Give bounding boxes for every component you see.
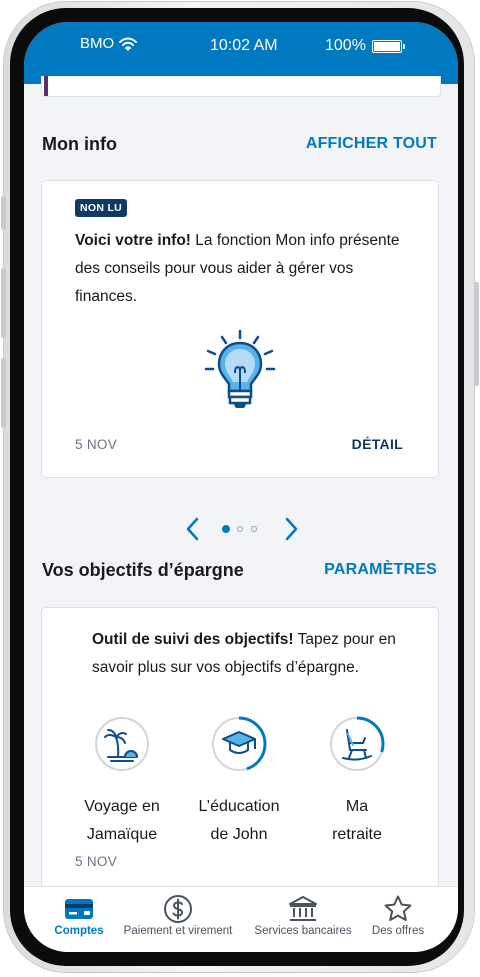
lightbulb-icon xyxy=(204,329,276,408)
goals-date: 5 NOV xyxy=(75,854,118,869)
info-message-bold: Voici votre info! xyxy=(75,232,191,249)
goal-label: Voyage en Jamaïque xyxy=(63,793,181,849)
objectifs-card[interactable]: Outil de suivi des objectifs! Tapez pour… xyxy=(41,607,439,899)
info-date: 5 NOV xyxy=(75,437,118,452)
phone-volume-up xyxy=(1,268,6,338)
chevron-right-icon[interactable] xyxy=(280,517,302,541)
mon-info-title: Mon info xyxy=(42,134,117,154)
afficher-tout-link[interactable]: AFFICHER TOUT xyxy=(306,135,437,153)
nav-services-bancaires[interactable]: Services bancaires xyxy=(250,893,356,937)
goal-ma-retraite[interactable]: Ma retraite xyxy=(298,716,416,849)
phone-power-button xyxy=(474,282,479,386)
bottom-nav: Comptes Paiement et virement Services ba… xyxy=(24,886,458,952)
battery-status: 100% xyxy=(325,37,405,55)
goal-progress-ring xyxy=(95,717,149,771)
goals-intro-bold: Outil de suivi des objectifs! xyxy=(92,631,294,648)
goal-progress-ring xyxy=(211,716,267,772)
carrier: BMO xyxy=(80,35,138,52)
nav-des-offres[interactable]: Des offres xyxy=(366,893,430,937)
carousel-dot-2[interactable] xyxy=(237,526,243,532)
wifi-icon xyxy=(119,37,138,51)
nav-comptes[interactable]: Comptes xyxy=(48,893,110,937)
detail-link[interactable]: DÉTAIL xyxy=(352,436,403,452)
phone-volume-down xyxy=(1,358,6,428)
goal-label-line1: L’éducation xyxy=(198,798,280,815)
goal-education-john[interactable]: L’éducation de John xyxy=(180,716,298,849)
battery-percent: 100% xyxy=(325,37,366,54)
battery-icon xyxy=(371,39,405,53)
star-icon xyxy=(384,895,412,921)
goal-label-line1: Ma xyxy=(345,798,369,815)
nav-paiement-virement[interactable]: Paiement et virement xyxy=(118,893,238,937)
previous-card[interactable] xyxy=(41,76,441,97)
objectifs-title: Vos objectifs d’épargne xyxy=(42,560,244,580)
card-icon xyxy=(65,899,93,919)
clock: 10:02 AM xyxy=(210,37,278,54)
mon-info-card[interactable]: NON LU Voici votre info! La fonction Mon… xyxy=(41,180,439,478)
phone-side-button xyxy=(1,196,6,230)
goal-label: Ma retraite xyxy=(298,793,416,849)
carousel-dot-1[interactable] xyxy=(222,525,230,533)
app-screen: BMO 10:02 AM 100% Mon info AFFICHER TOUT… xyxy=(24,22,458,952)
nav-label: Des offres xyxy=(371,925,425,937)
carousel-dot-3[interactable] xyxy=(251,526,257,532)
card-accent xyxy=(44,76,48,96)
carrier-name: BMO xyxy=(80,35,115,52)
unread-badge: NON LU xyxy=(75,199,128,217)
nav-label: Paiement et virement xyxy=(123,925,233,937)
dollar-circle-icon xyxy=(164,895,192,923)
goal-voyage-jamaique[interactable]: Voyage en Jamaïque xyxy=(63,716,181,849)
info-message: Voici votre info! La fonction Mon info p… xyxy=(75,227,405,311)
goal-progress-ring xyxy=(329,716,385,772)
goals-intro: Outil de suivi des objectifs! Tapez pour… xyxy=(92,626,412,682)
goal-label-line1: Voyage en xyxy=(84,798,160,815)
chevron-left-icon[interactable] xyxy=(182,517,204,541)
goal-label-line2: retraite xyxy=(332,826,382,843)
nav-label: Services bancaires xyxy=(254,925,352,937)
scroll-content[interactable]: Mon info AFFICHER TOUT NON LU Voici votr… xyxy=(24,76,458,899)
nav-label: Comptes xyxy=(54,925,104,937)
carousel-controls xyxy=(174,514,314,544)
goal-label-line2: de John xyxy=(210,826,268,843)
bank-icon xyxy=(289,896,317,921)
goal-label-line2: Jamaïque xyxy=(86,826,158,843)
parametres-link[interactable]: PARAMÈTRES xyxy=(324,561,437,579)
goal-label: L’éducation de John xyxy=(180,793,298,849)
status-bar: BMO 10:02 AM 100% xyxy=(24,22,458,84)
